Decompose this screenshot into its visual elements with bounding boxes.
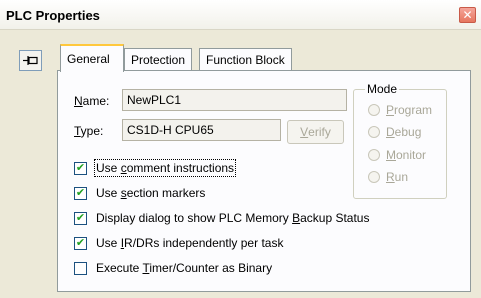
name-label: Name: xyxy=(74,94,110,108)
use-ir-drs-label: Use IR/DRs independently per task xyxy=(96,236,284,250)
tab-general[interactable]: General xyxy=(60,44,124,72)
checkbox-checked-icon: ✔ xyxy=(74,186,87,200)
type-label: Type: xyxy=(74,124,104,138)
display-backup-status-label: Display dialog to show PLC Memory Backup… xyxy=(96,211,370,225)
mode-monitor-label: Monitor xyxy=(386,148,427,162)
tab-protection-label: Protection xyxy=(131,53,186,67)
mode-program-label: Program xyxy=(386,103,433,117)
title-bar[interactable]: PLC Properties ✕ xyxy=(0,0,481,30)
tab-function-block-label: Function Block xyxy=(206,53,285,67)
type-field[interactable]: CS1D-H CPU65 xyxy=(122,119,281,141)
tab-function-block[interactable]: Function Block xyxy=(199,48,292,70)
mode-debug-label: Debug xyxy=(386,125,422,139)
close-icon: ✕ xyxy=(462,8,473,22)
type-value: CS1D-H CPU65 xyxy=(127,123,214,137)
radio-icon xyxy=(368,171,380,183)
radio-icon xyxy=(368,104,380,116)
tab-general-label: General xyxy=(67,52,110,66)
radio-icon xyxy=(368,149,380,161)
use-section-markers-checkbox[interactable]: ✔ Use section markers xyxy=(74,186,205,200)
mode-debug-radio[interactable]: Debug xyxy=(368,125,421,139)
execute-timer-binary-checkbox[interactable]: Execute Timer/Counter as Binary xyxy=(74,261,272,275)
plc-properties-window: PLC Properties ✕ Protection Function Blo… xyxy=(0,0,481,298)
name-value: NewPLC1 xyxy=(127,93,182,107)
mode-run-radio[interactable]: Run xyxy=(368,170,408,184)
checkbox-checked-icon: ✔ xyxy=(74,161,87,175)
use-comment-instructions-checkbox[interactable]: ✔ Use comment instructions xyxy=(74,159,237,177)
execute-timer-binary-label: Execute Timer/Counter as Binary xyxy=(96,261,273,275)
tab-protection[interactable]: Protection xyxy=(124,48,193,70)
display-backup-status-checkbox[interactable]: ✔ Display dialog to show PLC Memory Back… xyxy=(74,211,369,225)
close-button[interactable]: ✕ xyxy=(459,7,476,23)
pin-icon xyxy=(23,56,38,65)
checkbox-checked-icon: ✔ xyxy=(74,236,87,250)
mode-run-label: Run xyxy=(386,170,409,184)
use-section-markers-label: Use section markers xyxy=(96,186,206,200)
use-comment-instructions-label: Use comment instructions xyxy=(93,159,237,177)
checkbox-unchecked-icon xyxy=(74,261,87,275)
mode-monitor-radio[interactable]: Monitor xyxy=(368,148,426,162)
pin-button[interactable] xyxy=(19,50,42,71)
mode-legend: Mode xyxy=(365,82,400,96)
checkbox-checked-icon: ✔ xyxy=(74,211,87,225)
use-ir-drs-checkbox[interactable]: ✔ Use IR/DRs independently per task xyxy=(74,236,283,250)
mode-program-radio[interactable]: Program xyxy=(368,103,432,117)
verify-button[interactable]: Verify xyxy=(287,120,344,144)
window-title: PLC Properties xyxy=(6,8,100,23)
name-field[interactable]: NewPLC1 xyxy=(122,89,347,111)
radio-icon xyxy=(368,126,380,138)
